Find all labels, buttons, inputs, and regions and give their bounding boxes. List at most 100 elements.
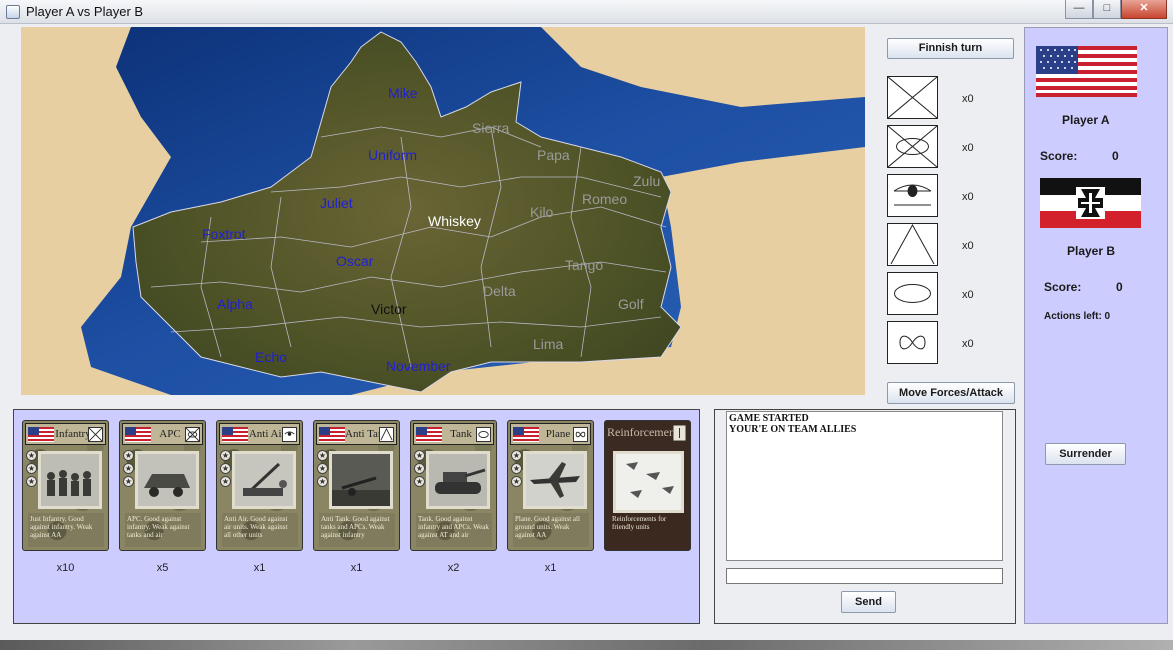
region-alpha[interactable]: Alpha xyxy=(217,296,253,312)
anti-air-symbol-icon[interactable] xyxy=(887,174,938,217)
us-flag-icon xyxy=(222,427,248,442)
region-victor[interactable]: Victor xyxy=(371,301,407,317)
us-flag-icon xyxy=(319,427,345,442)
chat-log[interactable]: GAME STARTED YOUR'E ON TEAM ALLIES xyxy=(726,411,1003,561)
finish-turn-button[interactable]: Finnish turn xyxy=(887,38,1014,59)
us-flag-icon xyxy=(513,427,539,442)
taskbar-strip xyxy=(0,640,1173,650)
window-title: Player A vs Player B xyxy=(26,4,144,19)
card-stars: ★ ★ ★ xyxy=(317,450,328,487)
card-description: Tank. Good against infantry and APCs. We… xyxy=(416,513,492,547)
region-november[interactable]: November xyxy=(386,358,451,374)
move-attack-button[interactable]: Move Forces/Attack xyxy=(887,382,1015,404)
region-sierra[interactable]: Sierra xyxy=(472,120,509,136)
plane-count: x0 xyxy=(962,338,974,350)
card-reinforcements[interactable]: Reinforcements Reinforcements for friend… xyxy=(604,420,691,551)
us-flag-icon xyxy=(416,427,442,442)
player-a-name: Player A xyxy=(1062,113,1110,127)
player-panel: Player A Score: 0 Player B Score: 0 Acti… xyxy=(1024,27,1168,624)
card-anti-air[interactable]: Anti Air ★ ★ ★ Anti Air. Good against air … xyxy=(216,420,303,551)
region-oscar[interactable]: Oscar xyxy=(336,253,373,269)
player-b-score-label: Score: xyxy=(1044,280,1082,294)
region-delta[interactable]: Delta xyxy=(483,283,516,299)
player-a-score-label: Score: xyxy=(1040,149,1078,163)
reinforcement-symbol-icon xyxy=(673,425,686,441)
chat-input[interactable] xyxy=(726,568,1003,584)
player-b-score: 0 xyxy=(1116,280,1123,294)
close-icon[interactable]: ✕ xyxy=(1121,0,1167,19)
region-whiskey[interactable]: Whiskey xyxy=(428,213,481,229)
infantry-count: x0 xyxy=(962,93,974,105)
card-count-anti-air: x1 xyxy=(253,562,266,574)
card-count-plane: x1 xyxy=(544,562,557,574)
game-map[interactable]: Mike Uniform Juliet Foxtrot Oscar Alpha … xyxy=(21,27,865,395)
plane-photo xyxy=(523,451,587,509)
tank-symbol-icon[interactable] xyxy=(887,272,938,315)
card-anti-tank[interactable]: Anti Tank ★★★ Anti Tank. Good against ta… xyxy=(313,420,400,551)
card-name: Anti Tank xyxy=(345,428,383,440)
us-flag-icon xyxy=(28,427,54,442)
anti-tank-count: x0 xyxy=(962,240,974,252)
card-header: Plane xyxy=(510,423,591,445)
card-name: Tank xyxy=(450,428,472,440)
actions-left: Actions left: 0 xyxy=(1044,311,1111,322)
send-button[interactable]: Send xyxy=(841,591,896,613)
card-infantry[interactable]: Infantry ★ ★ ★ Just Infantry. Good against… xyxy=(22,420,109,551)
card-stars: ★ ★ ★ xyxy=(414,450,425,487)
region-zulu[interactable]: Zulu xyxy=(633,173,660,189)
plane-symbol-icon[interactable] xyxy=(887,321,938,364)
card-count-anti-tank: x1 xyxy=(350,562,363,574)
infantry-symbol-icon xyxy=(88,427,103,442)
infantry-symbol-icon[interactable] xyxy=(887,76,938,119)
anti-air-symbol-icon xyxy=(282,427,297,442)
region-kilo[interactable]: Kilo xyxy=(530,204,553,220)
card-name: Reinforcements xyxy=(607,425,675,439)
card-stars: ★ ★ ★ xyxy=(511,450,522,487)
tank-symbol-icon xyxy=(476,427,491,442)
region-papa[interactable]: Papa xyxy=(537,147,570,163)
card-description: Just Infantry. Good against infantry. We… xyxy=(28,513,104,547)
tank-count: x0 xyxy=(962,289,974,301)
game-window: Player A vs Player B — □ ✕ Mike Uniform … xyxy=(0,0,1173,650)
tank-photo xyxy=(426,451,490,509)
us-flag-icon xyxy=(1036,46,1137,97)
chat-line: GAME STARTED xyxy=(729,413,809,424)
region-echo[interactable]: Echo xyxy=(255,349,287,365)
region-lima[interactable]: Lima xyxy=(533,336,563,352)
maximize-icon[interactable]: □ xyxy=(1093,0,1121,19)
region-romeo[interactable]: Romeo xyxy=(582,191,627,207)
card-name: Plane xyxy=(545,428,571,440)
card-plane[interactable]: Plane ★ ★ ★ Plane. Good against all ground… xyxy=(507,420,594,551)
card-tank[interactable]: Tank ★ ★ ★ Tank. Good against infantry and… xyxy=(410,420,497,551)
card-header: Infantry xyxy=(25,423,106,445)
card-count-infantry: x10 xyxy=(56,562,75,574)
card-apc[interactable]: APC ★ ★ ★ APC. Good against infantry. Weak… xyxy=(119,420,206,551)
title-bar: Player A vs Player B — □ ✕ xyxy=(0,0,1173,24)
card-stars: ★ ★ ★ xyxy=(220,450,231,487)
card-stars: ★ ★ ★ xyxy=(123,450,134,487)
surrender-button[interactable]: Surrender xyxy=(1045,443,1126,465)
minimize-icon[interactable]: — xyxy=(1065,0,1093,19)
infantry-photo xyxy=(38,451,102,509)
region-tango[interactable]: Tango xyxy=(565,257,603,273)
card-name: APC xyxy=(159,428,181,440)
card-header: APC xyxy=(122,423,203,445)
region-mike[interactable]: Mike xyxy=(388,85,418,101)
player-a-score: 0 xyxy=(1112,149,1119,163)
player-b-name: Player B xyxy=(1067,244,1116,258)
card-count-tank: x2 xyxy=(447,562,460,574)
card-header: Anti Air xyxy=(219,423,300,445)
card-header: Tank xyxy=(413,423,494,445)
card-description: Anti Tank. Good against tanks and APCs. … xyxy=(319,513,395,547)
region-uniform[interactable]: Uniform xyxy=(368,147,417,163)
region-foxtrot[interactable]: Foxtrot xyxy=(202,226,246,242)
apc-photo xyxy=(135,451,199,509)
anti-air-count: x0 xyxy=(962,191,974,203)
apc-count: x0 xyxy=(962,142,974,154)
anti-tank-symbol-icon[interactable] xyxy=(887,223,938,266)
region-juliet[interactable]: Juliet xyxy=(320,195,353,211)
apc-symbol-icon[interactable] xyxy=(887,125,938,168)
card-name: Infantry xyxy=(55,428,91,440)
map-terrain xyxy=(21,27,865,395)
region-golf[interactable]: Golf xyxy=(618,296,644,312)
